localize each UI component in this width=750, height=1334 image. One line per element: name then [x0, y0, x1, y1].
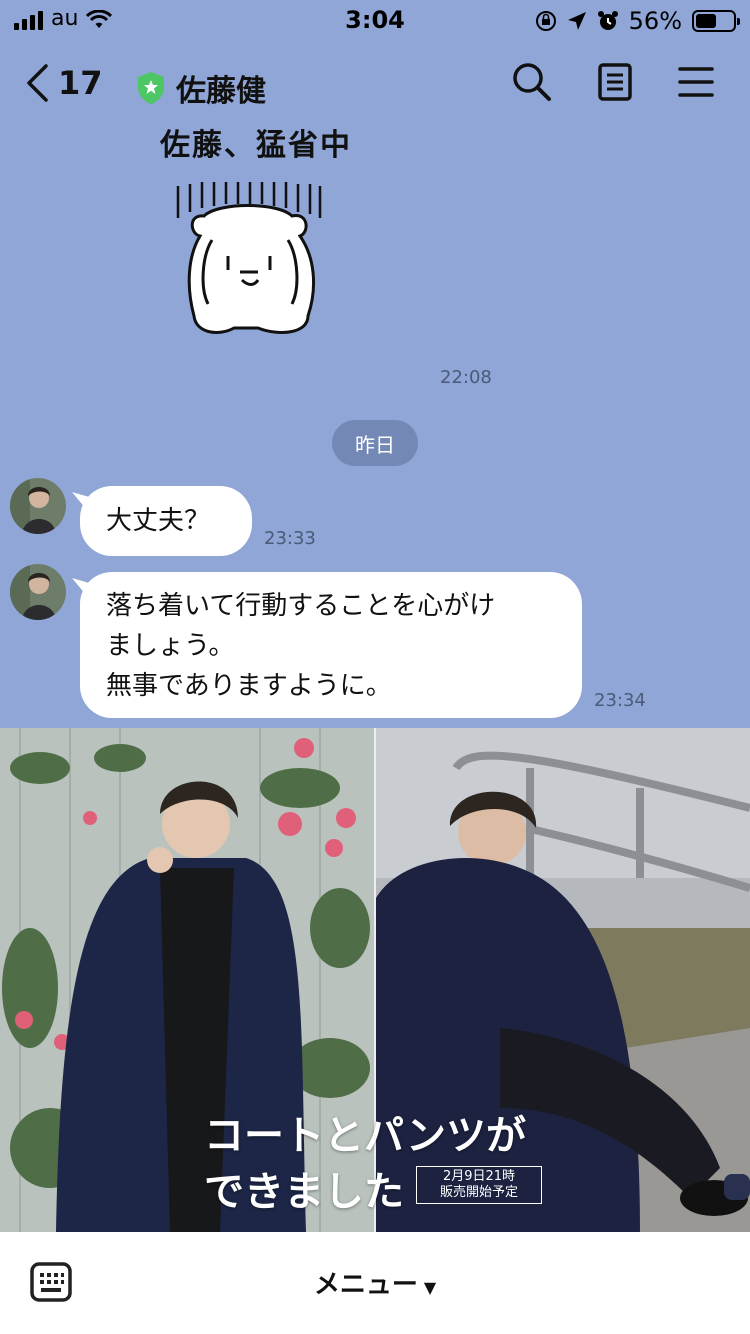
location-icon: [567, 12, 586, 30]
message-text: 大丈夫？: [106, 506, 211, 536]
promo-date: 2月9日21時: [442, 1169, 516, 1184]
unread-count: 17: [58, 64, 103, 102]
sticker-timestamp: 22:08: [440, 367, 492, 388]
date-divider: 昨日: [332, 420, 418, 466]
message-timestamp: 23:33: [264, 528, 316, 549]
avatar[interactable]: [10, 564, 66, 620]
promo-date-badge: 2月9日21時 販売開始予定: [416, 1166, 542, 1204]
battery-percent: 56%: [628, 7, 682, 35]
menu-label: メニュー: [313, 1270, 418, 1300]
message-text-line: 無事でありますように。: [106, 671, 392, 701]
sticker-bear-image[interactable]: [168, 176, 328, 340]
status-bar: au 3:04 56%: [0, 0, 750, 42]
search-icon[interactable]: [512, 62, 552, 102]
orientation-lock-icon: [535, 11, 556, 31]
notes-icon[interactable]: [598, 63, 632, 101]
alarm-icon: [597, 11, 618, 30]
chat-header: 17 佐藤健: [0, 48, 750, 120]
message-text-line: ましょう。: [106, 631, 235, 661]
battery-icon: [692, 10, 740, 32]
promo-headline-line: コートとパンツが: [204, 1113, 526, 1159]
menu-toggle-button[interactable]: メニュー ▼: [0, 1264, 750, 1301]
bottom-menu-bar: メニュー ▼: [0, 1232, 750, 1334]
message-timestamp: 23:34: [594, 690, 646, 711]
chevron-left-icon: [27, 64, 48, 102]
verified-shield-icon: [138, 72, 164, 104]
menu-icon[interactable]: [678, 66, 714, 98]
sticker-caption: 佐藤、猛省中: [160, 128, 352, 163]
avatar[interactable]: [10, 478, 66, 534]
caret-down-icon: ▼: [423, 1278, 437, 1297]
message-text-line: 落ち着いて行動することを心がけ: [106, 591, 496, 621]
promo-banner[interactable]: コートとパンツが できました 2月9日21時 販売開始予定: [0, 728, 750, 1232]
chat-title: 佐藤健: [176, 74, 266, 109]
message-bubble: 大丈夫？: [80, 486, 252, 556]
back-button[interactable]: 17: [26, 64, 103, 102]
promo-sale-note: 販売開始予定: [439, 1185, 518, 1200]
message-bubble: 落ち着いて行動することを心がけ ましょう。 無事でありますように。: [80, 572, 582, 718]
